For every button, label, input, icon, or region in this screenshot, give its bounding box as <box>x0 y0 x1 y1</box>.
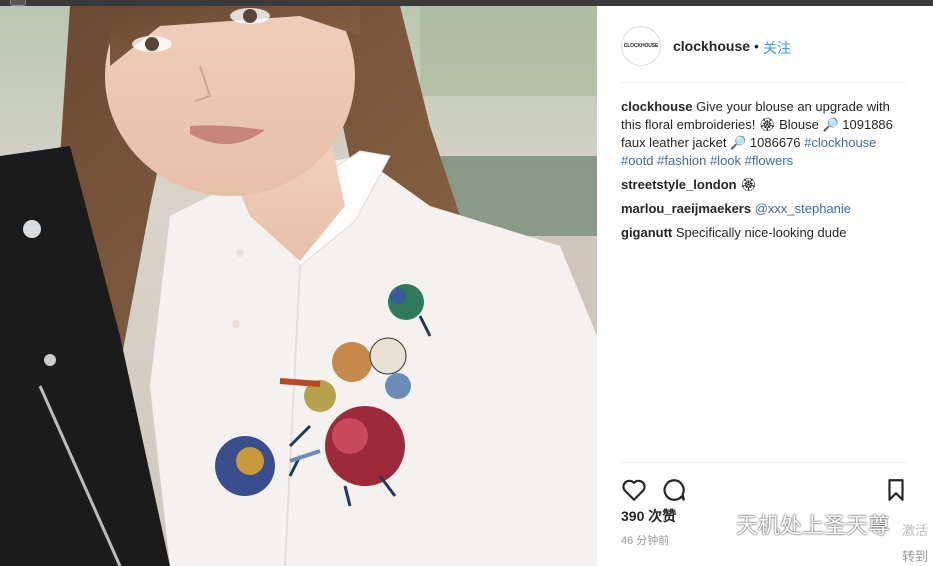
hashtag[interactable]: #look <box>710 153 741 168</box>
comment-user[interactable]: clockhouse <box>621 99 693 114</box>
wechat-icon <box>701 516 727 534</box>
action-bar <box>621 462 906 503</box>
comment-list: clockhouse Give your blouse an upgrade w… <box>621 98 906 248</box>
hashtag[interactable]: #ootd <box>621 153 654 168</box>
comment-user[interactable]: streetstyle_london <box>621 177 737 192</box>
hashtag[interactable]: #fashion <box>657 153 706 168</box>
post-side-panel: CLOCKHOUSE clockhouse • 关注 clockhouse Gi… <box>597 6 933 566</box>
watermark-text: 天机处上圣天尊 <box>736 514 891 539</box>
likes-count[interactable]: 390 次赞 <box>621 506 676 526</box>
watermark-goto-text: 转到 <box>902 549 929 564</box>
avatar-text: CLOCKHOUSE <box>623 43 659 49</box>
post-username[interactable]: clockhouse <box>673 38 750 54</box>
avatar[interactable]: CLOCKHOUSE <box>621 26 661 66</box>
bookmark-icon[interactable] <box>883 477 909 503</box>
post-photo[interactable] <box>0 6 597 566</box>
comment: giganutt Specifically nice-looking dude <box>621 224 906 242</box>
comment-user[interactable]: giganutt <box>621 225 672 240</box>
comment-text: 🏵 <box>740 177 757 192</box>
comment-text: Specifically nice-looking dude <box>675 225 847 240</box>
caption-comment: clockhouse Give your blouse an upgrade w… <box>621 98 906 170</box>
heart-icon[interactable] <box>621 477 647 503</box>
photo-illustration <box>0 6 597 566</box>
hashtag[interactable]: #flowers <box>745 153 793 168</box>
comment: streetstyle_london 🏵 <box>621 176 906 194</box>
separator-dot: • <box>754 38 759 54</box>
watermark-activate-text: 激活 <box>902 523 929 538</box>
mention-link[interactable]: @xxx_stephanie <box>755 201 851 216</box>
comment: marlou_raeijmaekers @xxx_stephanie <box>621 200 906 218</box>
comment-icon[interactable] <box>661 477 687 503</box>
post-header: CLOCKHOUSE clockhouse • 关注 <box>621 26 906 83</box>
post-timestamp: 46 分钟前 <box>621 535 670 547</box>
hashtag[interactable]: #clockhouse <box>804 135 876 150</box>
follow-button[interactable]: 关注 <box>763 38 791 58</box>
comment-user[interactable]: marlou_raeijmaekers <box>621 201 751 216</box>
